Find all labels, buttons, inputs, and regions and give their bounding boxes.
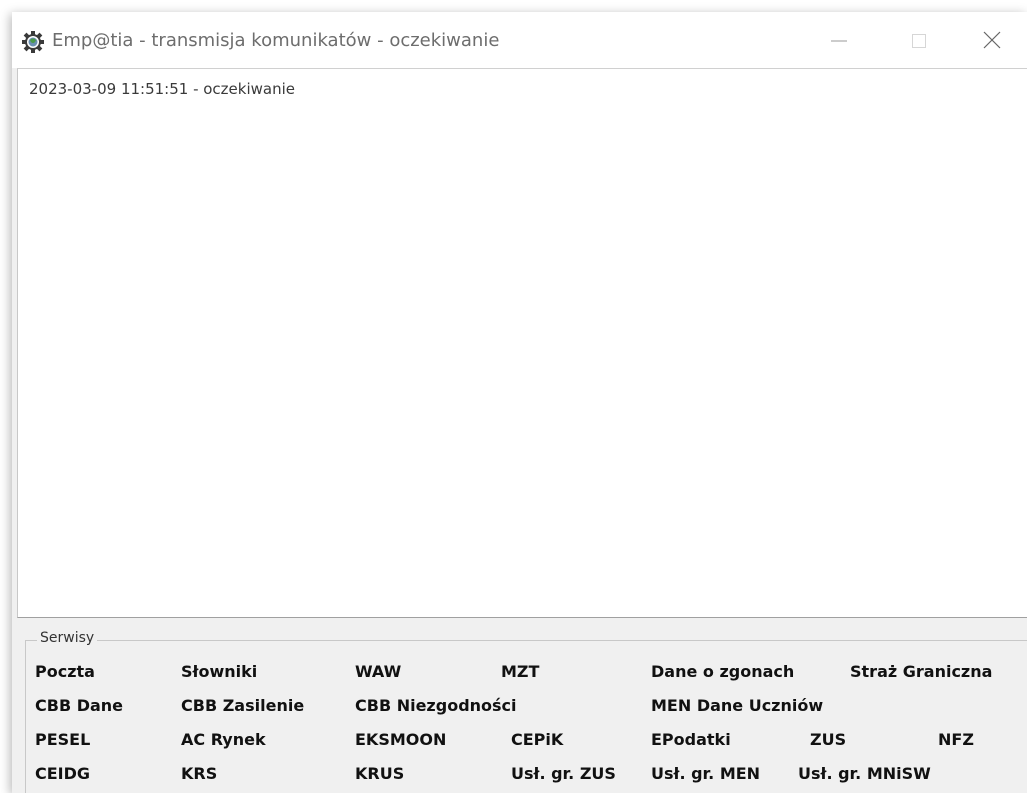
- service-link-zus[interactable]: ZUS: [810, 730, 846, 749]
- title-bar[interactable]: Emp@tia - transmisja komunikatów - oczek…: [12, 12, 1027, 68]
- window-title: Emp@tia - transmisja komunikatów - oczek…: [52, 30, 500, 51]
- maximize-button[interactable]: [884, 12, 954, 68]
- service-link-dane-o-zgonach[interactable]: Dane o zgonach: [651, 662, 794, 681]
- service-link-eksmoon[interactable]: EKSMOON: [355, 730, 446, 749]
- services-group-label: Serwisy: [37, 630, 98, 646]
- service-link-epodatki[interactable]: EPodatki: [651, 730, 731, 749]
- service-link-ceidg[interactable]: CEIDG: [35, 764, 90, 783]
- service-link-men-dane-uczniow[interactable]: MEN Dane Uczniów: [651, 696, 823, 715]
- service-link-slowniki[interactable]: Słowniki: [181, 662, 257, 681]
- service-link-poczta[interactable]: Poczta: [35, 662, 95, 681]
- service-link-cbb-zasilenie[interactable]: CBB Zasilenie: [181, 696, 304, 715]
- app-window: Emp@tia - transmisja komunikatów - oczek…: [12, 12, 1027, 793]
- maximize-icon: [912, 34, 926, 48]
- close-button[interactable]: [957, 12, 1027, 68]
- service-link-cbb-niezgodnosci[interactable]: CBB Niezgodności: [355, 696, 517, 715]
- gear-globe-icon: [22, 31, 44, 53]
- service-link-cepik[interactable]: CEPiK: [511, 730, 563, 749]
- minimize-icon: [831, 40, 847, 42]
- service-link-usl-gr-men[interactable]: Usł. gr. MEN: [651, 764, 760, 783]
- service-link-pesel[interactable]: PESEL: [35, 730, 90, 749]
- service-link-krs[interactable]: KRS: [181, 764, 217, 783]
- minimize-button[interactable]: [804, 12, 874, 68]
- service-link-krus[interactable]: KRUS: [355, 764, 404, 783]
- service-link-waw[interactable]: WAW: [355, 662, 401, 681]
- close-icon: [983, 31, 1001, 49]
- log-line: 2023-03-09 11:51:51 - oczekiwanie: [29, 80, 296, 98]
- service-link-mzt[interactable]: MZT: [501, 662, 539, 681]
- service-link-usl-gr-mnisw[interactable]: Usł. gr. MNiSW: [798, 764, 931, 783]
- service-link-straz-graniczna[interactable]: Straż Graniczna: [850, 662, 992, 681]
- log-textarea[interactable]: 2023-03-09 11:51:51 - oczekiwanie: [17, 68, 1027, 618]
- service-link-cbb-dane[interactable]: CBB Dane: [35, 696, 123, 715]
- service-link-usl-gr-zus[interactable]: Usł. gr. ZUS: [511, 764, 616, 783]
- service-link-nfz[interactable]: NFZ: [938, 730, 974, 749]
- service-link-ac-rynek[interactable]: AC Rynek: [181, 730, 266, 749]
